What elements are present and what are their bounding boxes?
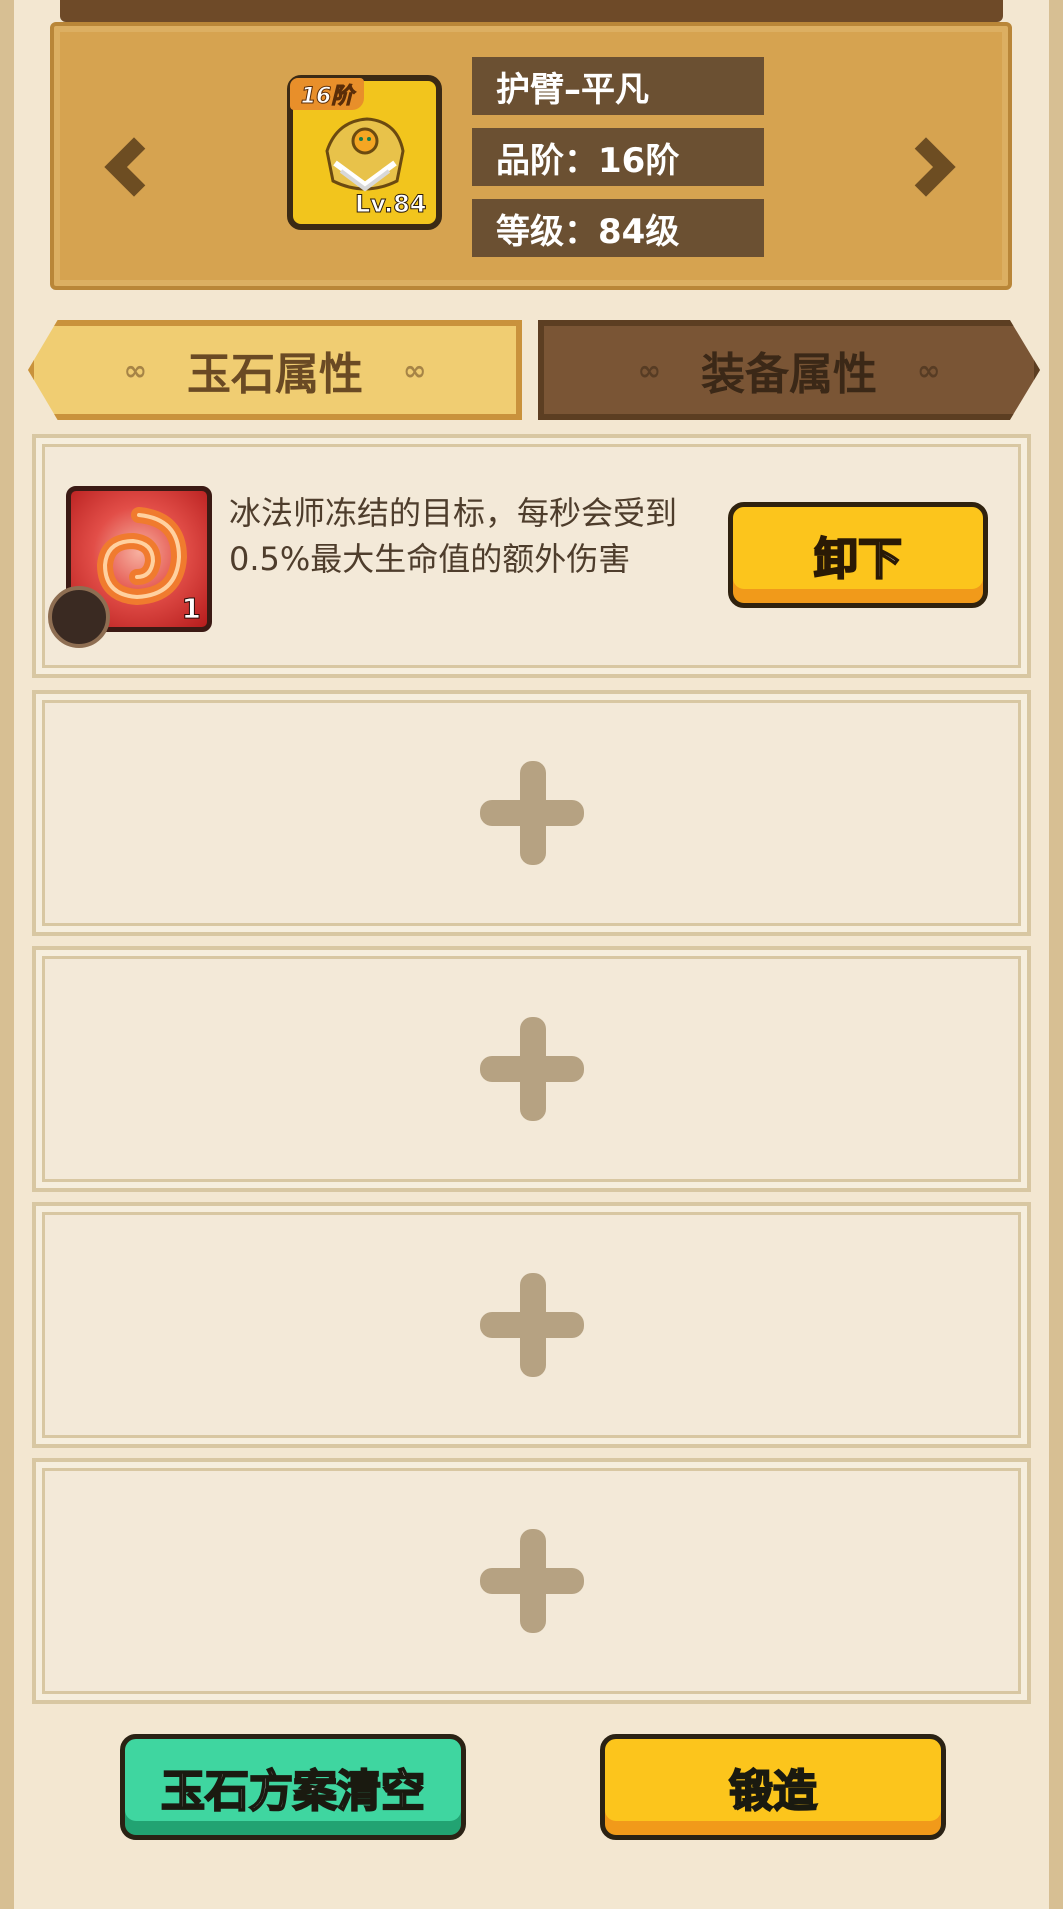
- level-value: 84级: [598, 211, 680, 252]
- swirl-ornament-icon: ∞: [637, 353, 661, 387]
- item-grade-row: 品阶： 16阶: [472, 128, 764, 186]
- item-name: 护臂–平凡: [496, 69, 649, 110]
- tab-jade-attributes[interactable]: ∞ 玉石属性 ∞: [28, 320, 522, 420]
- item-level-row: 等级： 84级: [472, 199, 764, 257]
- level-label: 等级：: [496, 211, 598, 252]
- tier-badge: 16阶: [290, 78, 364, 110]
- plus-icon: [479, 761, 584, 865]
- tab-equipment-attributes[interactable]: ∞ 装备属性 ∞: [538, 320, 1040, 420]
- item-level-label: Lv.84: [355, 190, 427, 219]
- item-name-row: 护臂–平凡: [472, 57, 764, 115]
- jade-slot-5[interactable]: [32, 1458, 1031, 1704]
- grade-label: 品阶：: [496, 140, 598, 181]
- forge-button[interactable]: 锻造: [600, 1734, 946, 1840]
- clear-jade-plan-button[interactable]: 玉石方案清空: [120, 1734, 466, 1840]
- prev-item-button[interactable]: [104, 122, 164, 212]
- grade-value: 16阶: [598, 140, 680, 181]
- chevron-left-icon: [104, 137, 164, 197]
- jade-slot-4[interactable]: [32, 1202, 1031, 1448]
- plus-icon: [479, 1273, 584, 1377]
- chevron-right-icon: [896, 137, 956, 197]
- tab-label: 玉石属性: [187, 349, 363, 400]
- gauntlet-icon: [325, 117, 405, 192]
- unequip-button[interactable]: 卸下: [728, 502, 988, 608]
- swirl-ornament-icon: ∞: [917, 353, 941, 387]
- gem-count: 1: [181, 592, 202, 626]
- gem-description: 冰法师冻结的目标，每秒会受到0.5%最大生命值的额外伤害: [229, 494, 678, 578]
- jade-slot-2[interactable]: [32, 690, 1031, 936]
- plus-icon: [479, 1017, 584, 1121]
- top-bar: [60, 0, 1003, 22]
- swirl-ornament-icon: ∞: [403, 353, 427, 387]
- acorn-badge-icon: [48, 586, 110, 648]
- plus-icon: [479, 1529, 584, 1633]
- jade-slot-3[interactable]: [32, 946, 1031, 1192]
- jade-slot-1: 1 冰法师冻结的目标，每秒会受到0.5%最大生命值的额外伤害 卸下: [32, 434, 1031, 678]
- tab-label: 装备属性: [701, 349, 877, 400]
- next-item-button[interactable]: [896, 122, 956, 212]
- swirl-ornament-icon: ∞: [123, 353, 147, 387]
